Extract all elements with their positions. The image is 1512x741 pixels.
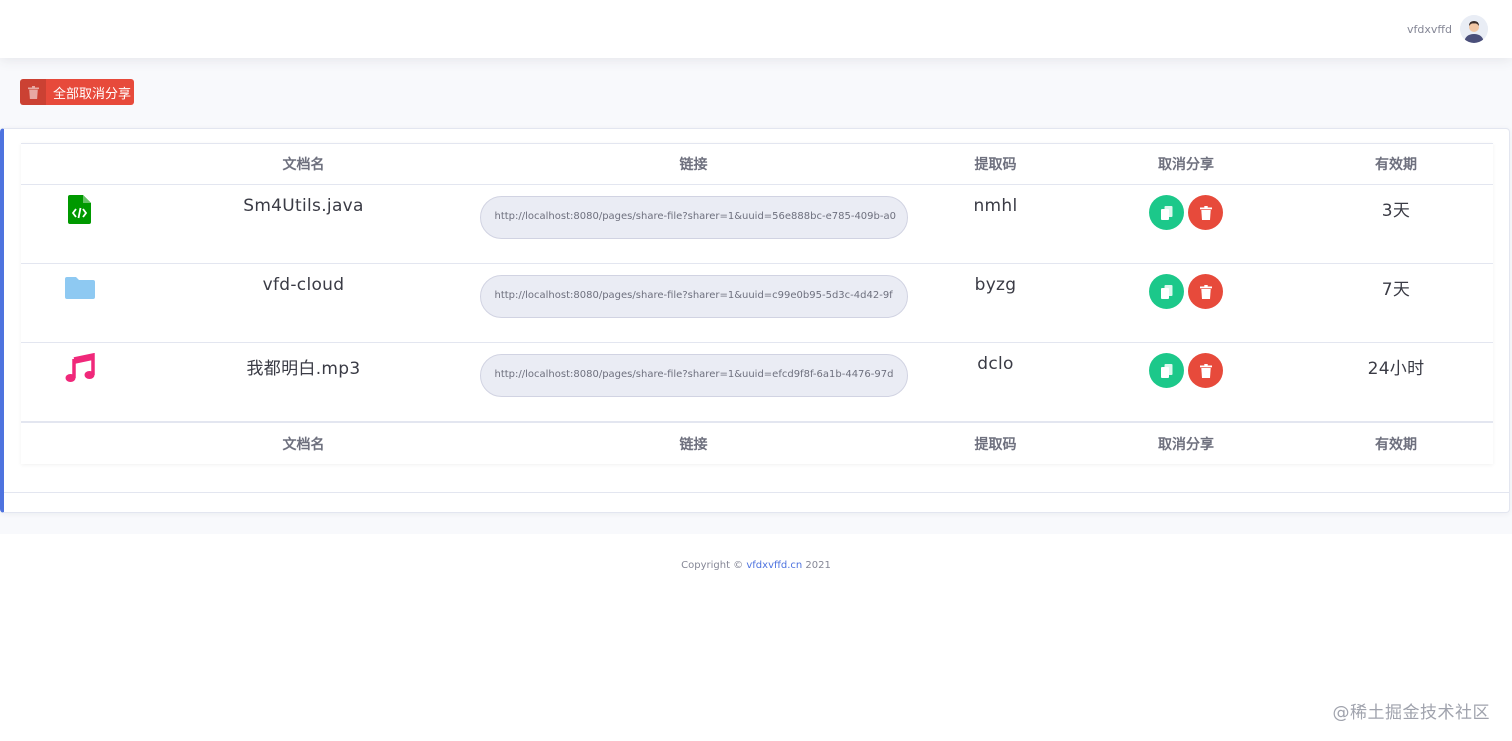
shares-table: 文档名 链接 提取码 取消分享 有效期 Sm4Utils.java http:/… <box>21 143 1493 464</box>
username[interactable]: vfdxvffd <box>1407 23 1452 36</box>
cancel-share-button[interactable] <box>1188 274 1223 309</box>
table-footer: 文档名 链接 提取码 取消分享 有效期 <box>21 422 1493 464</box>
validity-period: 7天 <box>1381 280 1411 300</box>
trash-icon <box>1199 205 1212 220</box>
table-row: 我都明白.mp3 http://localhost:8080/pages/sha… <box>21 343 1493 422</box>
table-row: vfd-cloud http://localhost:8080/pages/sh… <box>21 264 1493 343</box>
copy-link-button[interactable] <box>1149 195 1184 230</box>
copyright-year: 2021 <box>805 560 831 571</box>
trash-icon <box>1199 284 1212 299</box>
col-footer-validity: 有效期 <box>1375 436 1417 453</box>
share-link-field[interactable]: http://localhost:8080/pages/share-file?s… <box>479 275 908 318</box>
copy-icon <box>1160 284 1172 299</box>
site-link[interactable]: vfdxvffd.cn <box>746 560 802 571</box>
col-header-name: 文档名 <box>282 157 325 173</box>
avatar[interactable] <box>1460 15 1488 43</box>
main-content: 全部取消分享 文档名 链接 提取码 取消分享 有效期 Sm4Utils.java… <box>0 58 1512 534</box>
cancel-share-button[interactable] <box>1188 353 1223 388</box>
file-name[interactable]: 我都明白.mp3 <box>138 343 469 379</box>
cancel-all-shares-label: 全部取消分享 <box>53 85 132 101</box>
col-header-link: 链接 <box>679 157 708 173</box>
col-header-code: 提取码 <box>974 157 1017 173</box>
validity-period: 3天 <box>1381 201 1411 221</box>
col-header-cancel: 取消分享 <box>1158 157 1214 173</box>
card-footer-divider <box>4 492 1509 493</box>
trash-icon <box>20 79 46 105</box>
folder-icon <box>64 277 95 299</box>
validity-period: 24小时 <box>1367 359 1425 379</box>
extract-code: nmhl <box>973 196 1018 216</box>
code-file-icon <box>68 195 91 224</box>
col-footer-cancel: 取消分享 <box>1158 436 1214 453</box>
page-footer: Copyright © vfdxvffd.cn 2021 <box>0 560 1512 571</box>
extract-code: byzg <box>974 275 1017 295</box>
col-footer-link: 链接 <box>679 436 708 453</box>
copyright-text: Copyright © <box>681 560 744 571</box>
file-name[interactable]: vfd-cloud <box>138 264 469 295</box>
col-footer-code: 提取码 <box>974 436 1017 453</box>
file-name[interactable]: Sm4Utils.java <box>138 185 469 216</box>
table-row: Sm4Utils.java http://localhost:8080/page… <box>21 185 1493 264</box>
trash-icon <box>1199 363 1212 378</box>
shares-card: 文档名 链接 提取码 取消分享 有效期 Sm4Utils.java http:/… <box>0 128 1510 513</box>
user-menu[interactable]: vfdxvffd <box>1407 14 1488 44</box>
col-footer-name: 文档名 <box>282 436 325 453</box>
table-header: 文档名 链接 提取码 取消分享 有效期 <box>21 143 1493 185</box>
col-header-validity: 有效期 <box>1375 157 1417 173</box>
watermark: @稀土掘金技术社区 <box>1332 703 1490 723</box>
share-link-field[interactable]: http://localhost:8080/pages/share-file?s… <box>479 196 908 239</box>
music-note-icon <box>65 353 95 382</box>
copy-icon <box>1160 363 1172 378</box>
extract-code: dclo <box>977 354 1014 374</box>
copy-icon <box>1160 205 1172 220</box>
share-link-field[interactable]: http://localhost:8080/pages/share-file?s… <box>479 354 908 397</box>
copy-link-button[interactable] <box>1149 353 1184 388</box>
cancel-all-shares-button[interactable]: 全部取消分享 <box>20 79 134 105</box>
cancel-share-button[interactable] <box>1188 195 1223 230</box>
top-navbar: vfdxvffd <box>0 0 1512 58</box>
copy-link-button[interactable] <box>1149 274 1184 309</box>
